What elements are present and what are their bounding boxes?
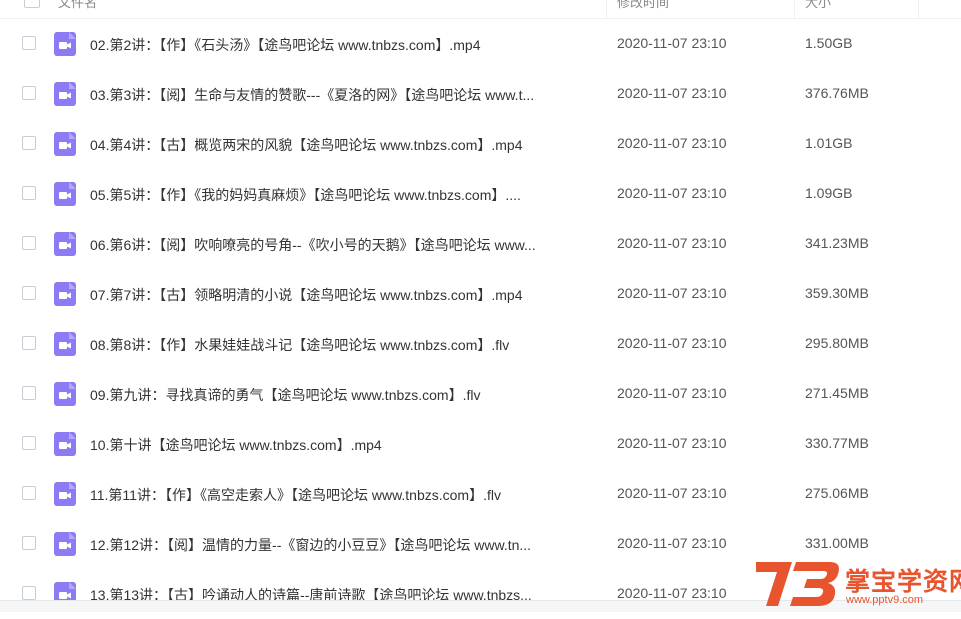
file-size: 376.76MB <box>805 85 869 101</box>
file-size: 341.23MB <box>805 235 869 251</box>
file-size: 271.45MB <box>805 385 869 401</box>
column-divider[interactable] <box>794 0 795 18</box>
video-file-icon <box>54 532 76 556</box>
watermark-logo: 掌宝学资网 www.pptv9.com <box>748 556 961 611</box>
file-name[interactable]: 11.第11讲：【作】《高空走索人》【途鸟吧论坛 www.tnbzs.com】.… <box>90 485 600 505</box>
file-row[interactable]: 09.第九讲：寻找真谛的勇气【途鸟吧论坛 www.tnbzs.com】.flv 2… <box>0 369 961 419</box>
select-all-checkbox[interactable] <box>24 0 40 8</box>
file-row[interactable]: 07.第7讲：【古】领略明清的小说【途鸟吧论坛 www.tnbzs.com】.m… <box>0 269 961 319</box>
watermark-text: 掌宝学资网 <box>845 567 961 596</box>
file-modified-time: 2020-11-07 23:10 <box>617 385 727 401</box>
column-header-size[interactable]: 大小 <box>805 0 831 11</box>
row-checkbox[interactable] <box>22 136 36 150</box>
file-modified-time: 2020-11-07 23:10 <box>617 235 727 251</box>
file-row[interactable]: 10.第十讲【途鸟吧论坛 www.tnbzs.com】.mp4 2020-11-0… <box>0 419 961 469</box>
video-file-icon <box>54 282 76 306</box>
row-checkbox[interactable] <box>22 436 36 450</box>
file-modified-time: 2020-11-07 23:10 <box>617 435 727 451</box>
file-name[interactable]: 07.第7讲：【古】领略明清的小说【途鸟吧论坛 www.tnbzs.com】.m… <box>90 285 600 305</box>
row-checkbox[interactable] <box>22 86 36 100</box>
row-checkbox[interactable] <box>22 286 36 300</box>
column-header-modified[interactable]: 修改时间 <box>617 0 669 11</box>
file-row[interactable]: 02.第2讲：【作】《石头汤》【途鸟吧论坛 www.tnbzs.com】.mp4… <box>0 19 961 69</box>
file-row[interactable]: 06.第6讲：【阅】吹响嘹亮的号角--《吹小号的天鹅》【途鸟吧论坛 www...… <box>0 219 961 269</box>
row-checkbox[interactable] <box>22 586 36 600</box>
file-name[interactable]: 05.第5讲：【作】《我的妈妈真麻烦》【途鸟吧论坛 www.tnbzs.com】… <box>90 185 600 205</box>
file-size: 330.77MB <box>805 435 869 451</box>
column-divider[interactable] <box>918 0 919 18</box>
row-checkbox[interactable] <box>22 486 36 500</box>
file-modified-time: 2020-11-07 23:10 <box>617 485 727 501</box>
row-checkbox[interactable] <box>22 536 36 550</box>
file-row[interactable]: 05.第5讲：【作】《我的妈妈真麻烦》【途鸟吧论坛 www.tnbzs.com】… <box>0 169 961 219</box>
video-file-icon <box>54 382 76 406</box>
file-row[interactable]: 04.第4讲：【古】概览两宋的风貌【途鸟吧论坛 www.tnbzs.com】.m… <box>0 119 961 169</box>
watermark-73-logo-icon <box>756 562 839 606</box>
file-size: 1.50GB <box>805 35 853 51</box>
file-row[interactable]: 03.第3讲：【阅】生命与友情的赞歌---《夏洛的网》【途鸟吧论坛 www.t.… <box>0 69 961 119</box>
file-name[interactable]: 02.第2讲：【作】《石头汤》【途鸟吧论坛 www.tnbzs.com】.mp4 <box>90 35 600 55</box>
file-list-header: 文件名 修改时间 大小 <box>0 0 961 19</box>
file-name[interactable]: 04.第4讲：【古】概览两宋的风貌【途鸟吧论坛 www.tnbzs.com】.m… <box>90 135 600 155</box>
file-row[interactable]: 08.第8讲：【作】水果娃娃战斗记【途鸟吧论坛 www.tnbzs.com】.f… <box>0 319 961 369</box>
file-size: 331.00MB <box>805 535 869 551</box>
video-file-icon <box>54 132 76 156</box>
row-checkbox[interactable] <box>22 186 36 200</box>
file-modified-time: 2020-11-07 23:10 <box>617 535 727 551</box>
watermark-url: www.pptv9.com <box>846 594 924 606</box>
file-modified-time: 2020-11-07 23:10 <box>617 335 727 351</box>
file-name[interactable]: 09.第九讲：寻找真谛的勇气【途鸟吧论坛 www.tnbzs.com】.flv <box>90 385 600 405</box>
file-modified-time: 2020-11-07 23:10 <box>617 135 727 151</box>
file-name[interactable]: 06.第6讲：【阅】吹响嘹亮的号角--《吹小号的天鹅》【途鸟吧论坛 www... <box>90 235 600 255</box>
video-file-icon <box>54 332 76 356</box>
video-file-icon <box>54 82 76 106</box>
file-size: 1.01GB <box>805 135 853 151</box>
row-checkbox[interactable] <box>22 36 36 50</box>
row-checkbox[interactable] <box>22 336 36 350</box>
video-file-icon <box>54 182 76 206</box>
file-name[interactable]: 03.第3讲：【阅】生命与友情的赞歌---《夏洛的网》【途鸟吧论坛 www.t.… <box>90 85 600 105</box>
file-size: 275.06MB <box>805 485 869 501</box>
column-divider[interactable] <box>606 0 607 18</box>
video-file-icon <box>54 32 76 56</box>
file-name[interactable]: 12.第12讲：【阅】温情的力量--《窗边的小豆豆》【途鸟吧论坛 www.tn.… <box>90 535 600 555</box>
video-file-icon <box>54 232 76 256</box>
file-modified-time: 2020-11-07 23:10 <box>617 285 727 301</box>
file-modified-time: 2020-11-07 23:10 <box>617 35 727 51</box>
file-name[interactable]: 08.第8讲：【作】水果娃娃战斗记【途鸟吧论坛 www.tnbzs.com】.f… <box>90 335 600 355</box>
file-size: 1.09GB <box>805 185 853 201</box>
file-size: 359.30MB <box>805 285 869 301</box>
file-name[interactable]: 10.第十讲【途鸟吧论坛 www.tnbzs.com】.mp4 <box>90 435 600 455</box>
row-checkbox[interactable] <box>22 386 36 400</box>
video-file-icon <box>54 432 76 456</box>
column-header-name[interactable]: 文件名 <box>58 0 97 11</box>
file-modified-time: 2020-11-07 23:10 <box>617 185 727 201</box>
file-modified-time: 2020-11-07 23:10 <box>617 585 727 601</box>
file-modified-time: 2020-11-07 23:10 <box>617 85 727 101</box>
file-row[interactable]: 11.第11讲：【作】《高空走索人》【途鸟吧论坛 www.tnbzs.com】.… <box>0 469 961 519</box>
video-file-icon <box>54 482 76 506</box>
file-size: 295.80MB <box>805 335 869 351</box>
row-checkbox[interactable] <box>22 236 36 250</box>
